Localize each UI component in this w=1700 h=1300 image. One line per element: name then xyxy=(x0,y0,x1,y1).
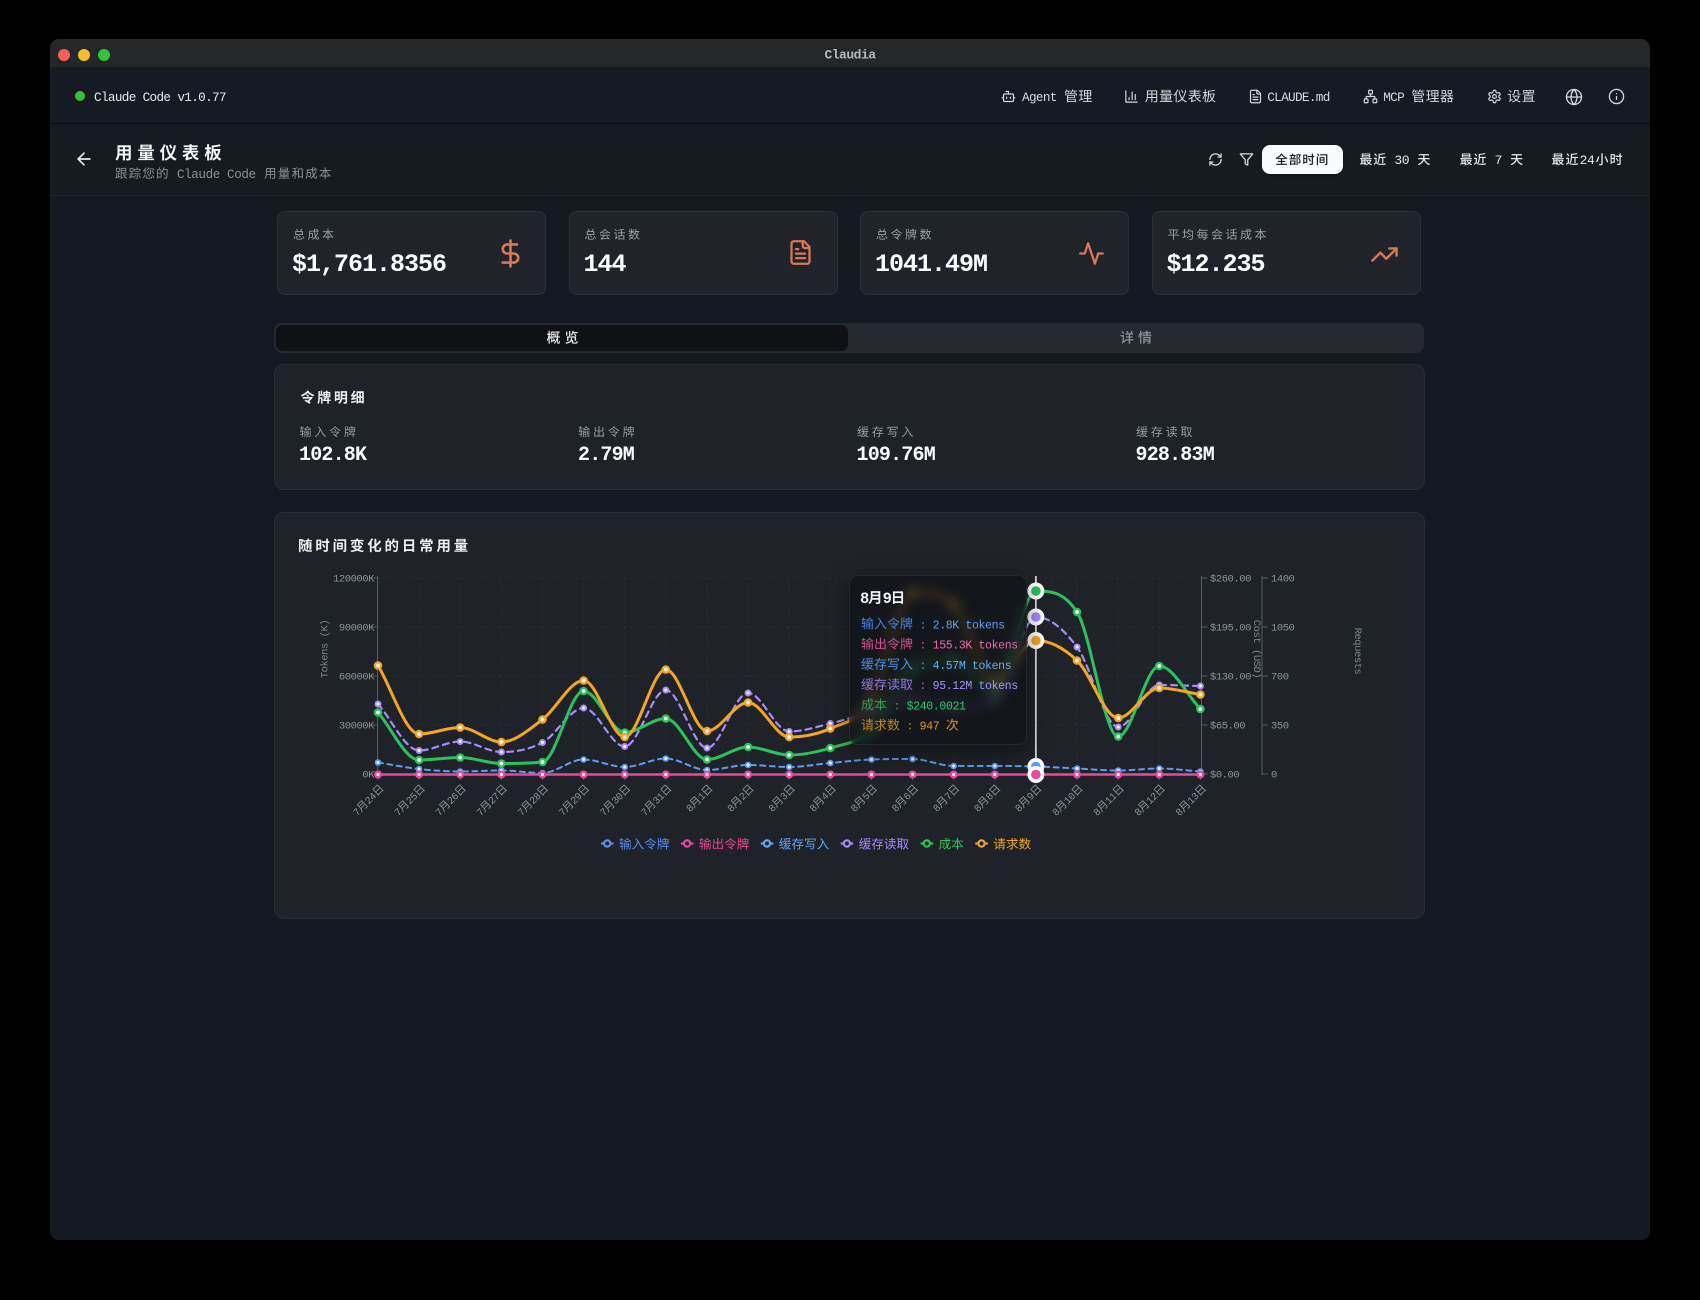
svg-text:7: 7 xyxy=(517,807,529,819)
svg-text:9: 9 xyxy=(1026,791,1038,803)
svg-text:7: 7 xyxy=(434,807,446,819)
svg-text:8: 8 xyxy=(985,791,997,803)
svg-text:5: 5 xyxy=(861,791,873,803)
svg-text:CLAUDE.md: CLAUDE.md xyxy=(1267,90,1330,105)
svg-text:$12.235: $12.235 xyxy=(1167,250,1265,279)
svg-text:8: 8 xyxy=(891,803,903,815)
svg-text:7: 7 xyxy=(599,807,611,819)
svg-text:155.3K tokens: 155.3K tokens xyxy=(933,640,1018,653)
svg-text:Claude Code v1.0.77: Claude Code v1.0.77 xyxy=(94,90,226,105)
svg-text:8: 8 xyxy=(1014,803,1026,815)
svg-text::: : xyxy=(913,619,933,632)
svg-text:8: 8 xyxy=(1051,807,1063,819)
svg-text:7: 7 xyxy=(640,807,652,819)
svg-text:$240.0021: $240.0021 xyxy=(907,700,966,713)
svg-text::: : xyxy=(887,700,907,713)
svg-text:3: 3 xyxy=(779,791,791,803)
svg-text:8: 8 xyxy=(767,803,779,815)
svg-text:Claudia: Claudia xyxy=(824,48,876,63)
svg-text:8: 8 xyxy=(1092,807,1104,819)
svg-text:7: 7 xyxy=(476,807,488,819)
svg-text:$1,761.8356: $1,761.8356 xyxy=(292,250,446,279)
svg-text:MCP: MCP xyxy=(1383,90,1411,105)
svg-text:947: 947 xyxy=(920,721,946,734)
svg-text:8: 8 xyxy=(726,803,738,815)
svg-text::: : xyxy=(900,721,920,734)
svg-text::: : xyxy=(913,640,933,653)
svg-text:1041.49M: 1041.49M xyxy=(875,250,987,279)
svg-text:9: 9 xyxy=(883,590,892,608)
svg-text::: : xyxy=(913,680,933,693)
svg-text:7: 7 xyxy=(393,807,405,819)
svg-text:8: 8 xyxy=(850,803,862,815)
svg-text:2.8K tokens: 2.8K tokens xyxy=(933,619,1005,632)
svg-text:8: 8 xyxy=(1175,807,1187,819)
svg-text:8: 8 xyxy=(973,803,985,815)
svg-text:1: 1 xyxy=(697,791,709,803)
svg-text:109.76M: 109.76M xyxy=(857,444,936,467)
svg-text:24: 24 xyxy=(1580,153,1595,168)
svg-text:2: 2 xyxy=(738,791,750,803)
svg-text:6: 6 xyxy=(902,791,914,803)
svg-text::: : xyxy=(913,660,933,673)
svg-text:102.8K: 102.8K xyxy=(299,444,367,467)
svg-text:8: 8 xyxy=(932,803,944,815)
svg-text:4: 4 xyxy=(820,791,832,803)
svg-text:7: 7 xyxy=(1487,153,1509,168)
svg-text:928.83M: 928.83M xyxy=(1136,444,1215,467)
svg-text:Agent: Agent xyxy=(1022,90,1064,105)
svg-text:95.12M tokens: 95.12M tokens xyxy=(933,680,1018,693)
svg-text:4.57M tokens: 4.57M tokens xyxy=(933,660,1012,673)
svg-text:7: 7 xyxy=(352,807,364,819)
svg-text:8: 8 xyxy=(1133,807,1145,819)
svg-text:144: 144 xyxy=(584,250,627,279)
svg-text:2.79M: 2.79M xyxy=(578,444,635,467)
svg-text:30: 30 xyxy=(1387,153,1417,168)
svg-text:8: 8 xyxy=(685,803,697,815)
svg-text:8: 8 xyxy=(809,803,821,815)
svg-text:8: 8 xyxy=(860,590,869,608)
svg-text:Claude Code: Claude Code xyxy=(170,168,263,182)
svg-text:7: 7 xyxy=(558,807,570,819)
svg-text:7: 7 xyxy=(944,791,956,803)
